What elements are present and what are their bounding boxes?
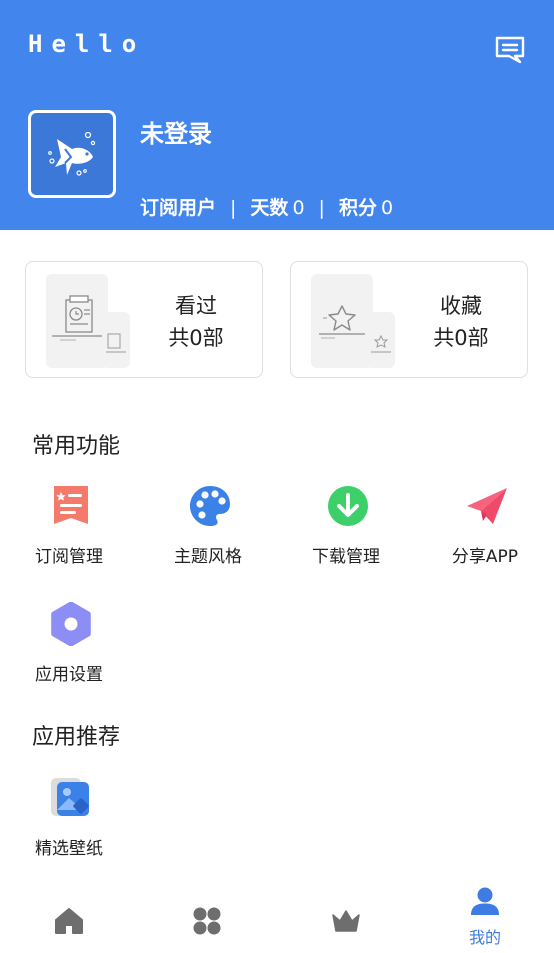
days-label: 天数 [250, 197, 289, 219]
history-illustration-icon [46, 274, 130, 368]
days-value: 0 [292, 197, 305, 219]
apps-grid-icon [193, 907, 221, 935]
message-bubble-icon[interactable] [494, 34, 526, 66]
stats-separator: | [230, 197, 237, 219]
tab-vip[interactable] [277, 882, 415, 953]
points-value: 0 [380, 197, 394, 219]
bottom-tab-bar: 我的 [0, 882, 554, 953]
wallpaper-icon [51, 778, 89, 816]
palette-icon [190, 486, 230, 526]
star-illustration-icon [311, 274, 395, 368]
history-card-title: 看过 [175, 294, 217, 318]
download-icon [328, 486, 368, 526]
theme-style-label: 主题风格 [174, 547, 242, 567]
tab-mine-label: 我的 [468, 928, 501, 947]
favorites-card-count: 共0部 [433, 326, 489, 350]
paper-plane-icon [467, 488, 507, 524]
stats-separator: | [318, 197, 325, 219]
subscription-icon [54, 486, 88, 524]
settings-gear-icon [51, 602, 91, 646]
download-management-label: 下载管理 [312, 547, 380, 567]
wallpaper-app-label: 精选壁纸 [35, 839, 103, 859]
favorites-card-title: 收藏 [440, 294, 482, 318]
app-title: Hello [28, 30, 146, 58]
history-card-count: 共0部 [168, 326, 224, 350]
share-app-label: 分享APP [451, 547, 519, 567]
avatar[interactable] [28, 110, 116, 198]
app-recommend-title: 应用推荐 [32, 725, 121, 750]
crown-icon [332, 910, 360, 932]
angelfish-logo-icon [48, 131, 96, 176]
common-functions-title: 常用功能 [32, 434, 121, 459]
tab-home[interactable] [0, 882, 138, 953]
home-icon [55, 908, 83, 934]
user-stats-row: 订阅用户 | 天数 0 | 积分 0 [140, 193, 393, 220]
points-label: 积分 [338, 197, 377, 219]
profile-header: Hello 未登录 订阅用户 | 天数 0 | 积分 0 [0, 0, 554, 230]
username-login-prompt[interactable]: 未登录 [140, 114, 212, 149]
subscription-management-label: 订阅管理 [35, 547, 103, 567]
tab-apps[interactable] [138, 882, 276, 953]
tab-mine[interactable]: 我的 [416, 882, 554, 953]
user-icon [471, 887, 499, 915]
user-type: 订阅用户 [140, 197, 217, 219]
history-card[interactable]: 看过 共0部 [25, 261, 263, 378]
app-settings-label: 应用设置 [35, 665, 103, 685]
favorites-card[interactable]: 收藏 共0部 [290, 261, 528, 378]
